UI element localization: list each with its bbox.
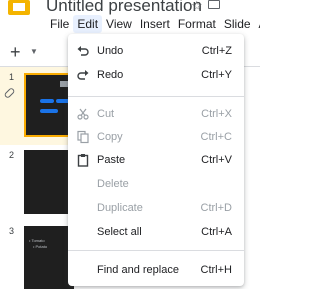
menu-item-select-all[interactable]: Select all Ctrl+A xyxy=(68,221,244,243)
menu-item-copy[interactable]: Copy Ctrl+C xyxy=(68,126,244,148)
scissors-icon xyxy=(77,108,89,120)
menu-bar: File Edit View Insert Format Slide A xyxy=(46,15,260,33)
copy-icon xyxy=(77,130,89,144)
menu-item-label: Paste xyxy=(97,154,126,166)
menu-item-label: Undo xyxy=(97,45,124,57)
menu-divider xyxy=(68,250,244,251)
clipboard-icon xyxy=(77,154,89,167)
slide-number: 1 xyxy=(9,72,15,82)
slide-thumbnail-3[interactable]: • Tomato • Potato xyxy=(24,226,74,289)
menu-item-find-and-replace[interactable]: Find and replace Ctrl+H xyxy=(68,259,244,281)
menu-item-paste[interactable]: Paste Ctrl+V xyxy=(68,149,244,171)
slides-logo-icon[interactable] xyxy=(6,0,32,16)
slide-bullet-text: • Potato xyxy=(33,244,48,249)
shortcut-label: Ctrl+A xyxy=(201,226,232,238)
menu-item-label: Delete xyxy=(97,178,129,190)
star-icon[interactable]: ☆ xyxy=(191,0,203,14)
shortcut-label: Ctrl+H xyxy=(200,264,232,276)
shape-pill xyxy=(40,99,54,103)
edit-menu: Undo Ctrl+Z Redo Ctrl+Y Cut Ctrl+X Copy … xyxy=(68,34,244,286)
chevron-down-icon[interactable]: ▼ xyxy=(30,47,38,56)
menu-item-label: Duplicate xyxy=(97,202,143,214)
shortcut-label: Ctrl+D xyxy=(200,202,232,214)
menu-item-delete[interactable]: Delete xyxy=(68,173,244,195)
shortcut-label: Ctrl+X xyxy=(201,108,232,120)
new-slide-icon[interactable]: + xyxy=(10,42,21,63)
menu-item-label: Copy xyxy=(97,131,123,143)
menu-insert[interactable]: Insert xyxy=(136,15,174,33)
shortcut-label: Ctrl+Y xyxy=(201,69,232,81)
shortcut-label: Ctrl+C xyxy=(200,131,232,143)
menu-view[interactable]: View xyxy=(102,15,136,33)
menu-item-redo[interactable]: Redo Ctrl+Y xyxy=(68,64,244,86)
shape-pill xyxy=(40,109,58,113)
slide-thumbnail-1[interactable] xyxy=(24,73,74,137)
menu-item-cut[interactable]: Cut Ctrl+X xyxy=(68,103,244,125)
menu-edit[interactable]: Edit xyxy=(73,15,103,33)
slide-number: 2 xyxy=(9,150,15,160)
move-to-folder-icon[interactable] xyxy=(208,0,220,9)
menu-arrange[interactable]: A xyxy=(255,15,260,33)
slides-window: Untitled presentation ☆ File Edit View I… xyxy=(0,0,260,289)
menu-slide[interactable]: Slide xyxy=(220,15,255,33)
menu-item-duplicate[interactable]: Duplicate Ctrl+D xyxy=(68,197,244,219)
menu-format[interactable]: Format xyxy=(174,15,220,33)
menu-item-label: Cut xyxy=(97,108,115,120)
shortcut-label: Ctrl+V xyxy=(201,154,232,166)
menu-item-label: Redo xyxy=(97,69,124,81)
slide-bullet-text: • Tomato xyxy=(29,238,45,243)
undo-icon xyxy=(77,46,89,56)
menu-file[interactable]: File xyxy=(46,15,73,33)
menu-item-label: Select all xyxy=(97,226,142,238)
redo-icon xyxy=(77,70,89,80)
menu-item-label: Find and replace xyxy=(97,264,179,276)
slide-number: 3 xyxy=(9,226,15,236)
document-title[interactable]: Untitled presentation xyxy=(46,0,202,16)
menu-item-undo[interactable]: Undo Ctrl+Z xyxy=(68,40,244,62)
slide-thumbnail-2[interactable] xyxy=(24,150,74,214)
menu-divider xyxy=(68,96,244,97)
shortcut-label: Ctrl+Z xyxy=(201,45,232,57)
